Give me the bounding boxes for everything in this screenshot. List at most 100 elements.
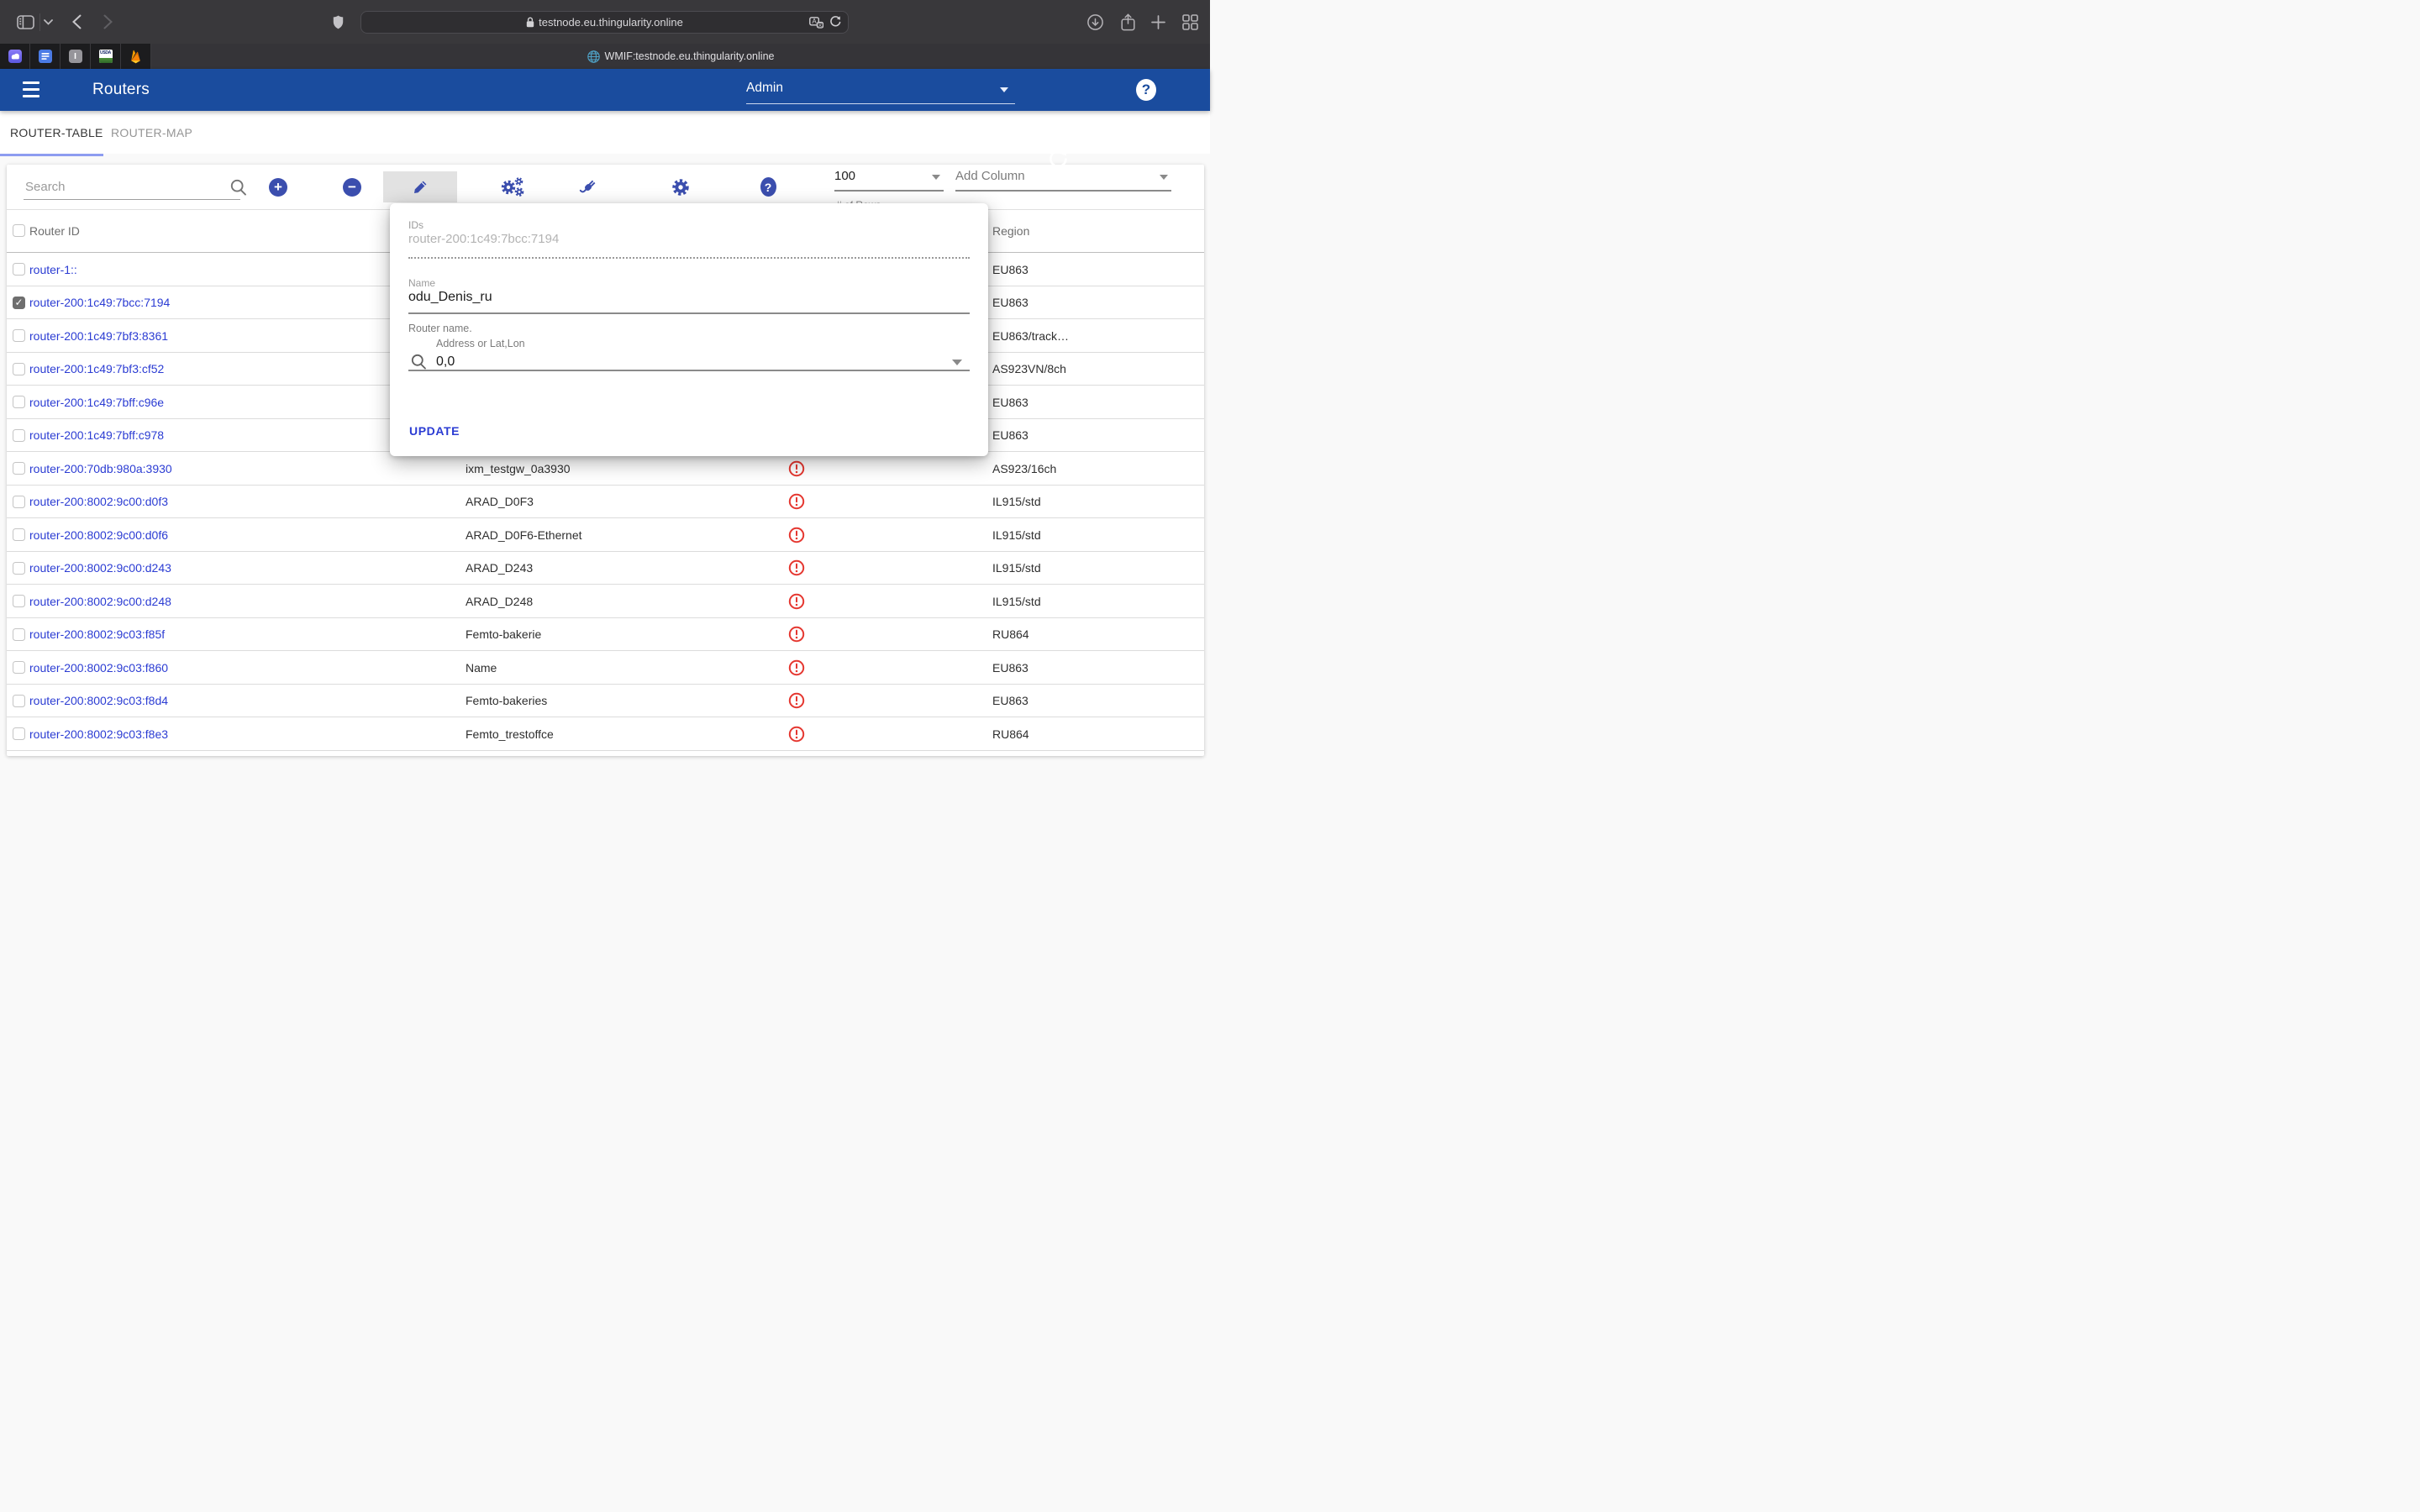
translate-icon[interactable]: A 文 xyxy=(809,17,823,29)
router-id-link[interactable]: router-200:1c49:7bf3:8361 xyxy=(29,319,168,353)
router-id-link[interactable]: router-200:1c49:7bff:c978 xyxy=(29,419,164,453)
router-id-link[interactable]: router-200:8002:9c00:d0f6 xyxy=(29,518,168,552)
row-checkbox[interactable] xyxy=(13,661,25,674)
error-status-icon[interactable] xyxy=(786,585,807,618)
router-id-link[interactable]: router-200:8002:9c00:d0f3 xyxy=(29,486,168,519)
router-id-link[interactable]: router-200:1c49:7bcc:7194 xyxy=(29,286,170,320)
router-id-link[interactable]: router-200:8002:9c03:f8e3 xyxy=(29,717,168,751)
gateway-settings-icon[interactable] xyxy=(494,171,531,202)
error-status-icon[interactable] xyxy=(786,452,807,486)
router-id-link[interactable]: router-200:8002:9c00:d243 xyxy=(29,552,171,585)
new-tab-icon[interactable] xyxy=(1148,0,1168,44)
firebase-bookmark-icon[interactable] xyxy=(121,44,151,69)
add-column-select[interactable]: Add Column xyxy=(955,169,1171,184)
table-row: router-200:8002:9c00:d243 ARAD_D243 IL91… xyxy=(7,552,1204,585)
rows-per-page-select[interactable]: 100 xyxy=(834,169,944,184)
row-checkbox[interactable] xyxy=(13,297,25,309)
row-checkbox[interactable] xyxy=(13,429,25,442)
row-checkbox[interactable] xyxy=(13,562,25,575)
search-icon xyxy=(220,171,257,202)
table-row: router-200:8002:9c03:f8e3 Femto_trestoff… xyxy=(7,717,1204,751)
row-checkbox[interactable] xyxy=(13,628,25,641)
router-region: EU863 xyxy=(992,651,1028,685)
error-status-icon[interactable] xyxy=(786,717,807,751)
forward-button[interactable] xyxy=(98,0,117,44)
router-region: EU863/track… xyxy=(992,319,1069,353)
letter-i-bookmark-icon[interactable]: I xyxy=(60,44,91,69)
row-checkbox[interactable] xyxy=(13,595,25,607)
add-router-button[interactable]: + xyxy=(260,171,297,202)
pencil-icon xyxy=(413,180,428,195)
add-column-value: Add Column xyxy=(955,169,1025,183)
help-button[interactable]: ? xyxy=(1136,79,1156,101)
router-region: IL915/std xyxy=(992,585,1041,618)
usda-bookmark-icon[interactable]: USDA xyxy=(91,44,121,69)
docs-bookmark-icon[interactable] xyxy=(30,44,60,69)
connection-plug-icon[interactable] xyxy=(570,171,607,202)
router-region: IL915/std xyxy=(992,552,1041,585)
settings-gear-icon[interactable] xyxy=(662,171,699,202)
refresh-button[interactable] xyxy=(1048,148,1070,170)
privacy-shield-icon[interactable] xyxy=(333,0,344,44)
row-checkbox[interactable] xyxy=(13,695,25,707)
remove-router-button[interactable]: − xyxy=(334,171,371,202)
router-id-link[interactable]: router-200:70db:980a:3930 xyxy=(29,452,172,486)
role-select[interactable]: Admin xyxy=(746,76,1015,104)
sidebar-toggle-icon[interactable] xyxy=(17,0,34,44)
router-id-link[interactable]: router-200:8002:9c03:f8d4 xyxy=(29,685,168,718)
error-status-icon[interactable] xyxy=(786,685,807,718)
row-checkbox[interactable] xyxy=(13,329,25,342)
address-bar[interactable]: testnode.eu.thingularity.online A 文 xyxy=(360,11,849,34)
table-help-button[interactable]: ? xyxy=(750,171,786,202)
error-status-icon[interactable] xyxy=(786,618,807,652)
active-tab-underline xyxy=(0,154,103,156)
address-chevron-down-icon[interactable] xyxy=(952,360,962,365)
router-id-link[interactable]: router-200:1c49:7bf3:cf52 xyxy=(29,353,164,386)
row-checkbox[interactable] xyxy=(13,462,25,475)
cloud-bookmark-icon[interactable] xyxy=(0,44,30,69)
router-id-link[interactable]: router-200:8002:9c03:f85f xyxy=(29,618,165,652)
back-button[interactable] xyxy=(67,0,86,44)
update-button[interactable]: UPDATE xyxy=(409,424,460,438)
error-status-icon[interactable] xyxy=(786,651,807,685)
router-id-link[interactable]: router-200:8002:9c03:f860 xyxy=(29,651,168,685)
table-row: router-200:8002:9c03:f860 Name EU863 xyxy=(7,651,1204,685)
error-status-icon[interactable] xyxy=(786,552,807,585)
router-region: AS923/16ch xyxy=(992,452,1056,486)
search-input[interactable]: Search xyxy=(25,180,66,194)
router-region: EU863 xyxy=(992,286,1028,320)
sidebar-chevron-down-icon[interactable] xyxy=(44,0,53,44)
edit-router-button[interactable] xyxy=(383,171,457,202)
error-status-icon[interactable] xyxy=(786,518,807,552)
router-region: RU864 xyxy=(992,717,1029,751)
address-input[interactable]: 0,0 xyxy=(436,354,455,370)
table-row: router-200:8002:9c00:d0f3 ARAD_D0F3 IL91… xyxy=(7,486,1204,519)
active-tab[interactable]: WMIF:testnode.eu.thingularity.online xyxy=(151,44,1210,69)
downloads-icon[interactable] xyxy=(1085,0,1105,44)
router-name: ARAD_D248 xyxy=(466,585,533,618)
error-status-icon[interactable] xyxy=(786,486,807,519)
reload-icon[interactable] xyxy=(829,16,841,29)
name-input[interactable]: odu_Denis_ru xyxy=(408,290,492,305)
view-tabs: ROUTER-TABLE ROUTER-MAP xyxy=(0,111,1210,154)
row-checkbox[interactable] xyxy=(13,263,25,276)
tab-overview-icon[interactable] xyxy=(1179,0,1201,44)
router-name: Femto-bakerie xyxy=(466,618,541,652)
tab-router-table[interactable]: ROUTER-TABLE xyxy=(10,111,103,154)
row-checkbox[interactable] xyxy=(13,363,25,375)
select-all-checkbox[interactable] xyxy=(13,224,25,237)
tab-router-map[interactable]: ROUTER-MAP xyxy=(111,111,192,154)
router-id-link[interactable]: router-200:1c49:7bff:c96e xyxy=(29,386,164,419)
router-name: Name xyxy=(466,651,497,685)
router-id-link[interactable]: router-200:8002:9c00:d248 xyxy=(29,585,171,618)
share-icon[interactable] xyxy=(1118,0,1138,44)
row-checkbox[interactable] xyxy=(13,496,25,508)
router-id-link[interactable]: router-1:: xyxy=(29,253,77,286)
site-globe-icon xyxy=(587,50,600,63)
browser-chrome: testnode.eu.thingularity.online A 文 xyxy=(0,0,1210,44)
row-checkbox[interactable] xyxy=(13,528,25,541)
row-checkbox[interactable] xyxy=(13,727,25,740)
router-region: EU863 xyxy=(992,253,1028,286)
row-checkbox[interactable] xyxy=(13,396,25,408)
menu-icon[interactable] xyxy=(23,81,39,97)
